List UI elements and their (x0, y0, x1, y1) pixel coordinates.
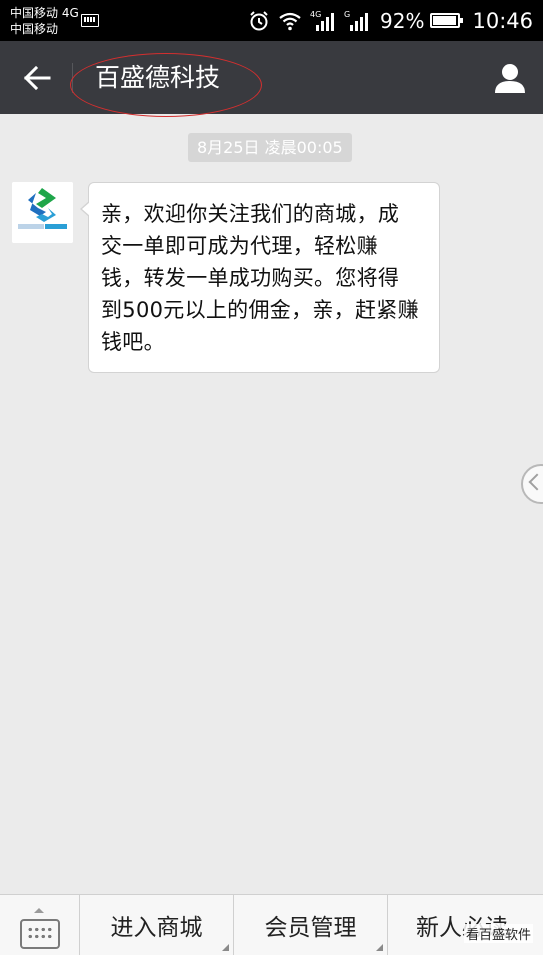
keyboard-icon (81, 14, 99, 27)
keyboard-toggle-button[interactable] (0, 895, 80, 955)
carrier-info: 中国移动 4G 中国移动 (10, 5, 79, 37)
battery-level (433, 16, 456, 25)
chat-header: 百盛德科技 (0, 41, 543, 117)
submenu-corner-icon (376, 944, 383, 951)
status-icons: 4G G 92% 10:46 (240, 0, 533, 41)
arrow-left-icon (23, 66, 51, 90)
carrier-line-2: 中国移动 (10, 22, 59, 36)
wechat-chat-screen: 中国移动 4G 中国移动 4G G 92% 10:46 百盛德科技 8月25日 … (0, 0, 543, 955)
page-title: 百盛德科技 (95, 63, 221, 92)
company-logo-icon (12, 182, 73, 243)
signal-4g-label: 4G (310, 10, 321, 19)
signal-g-label: G (344, 10, 350, 19)
signal-g-icon: G (344, 10, 370, 32)
person-icon (495, 64, 525, 93)
caret-up-icon (34, 908, 44, 913)
carrier-line-1: 中国移动 4G (10, 6, 79, 20)
status-time: 10:46 (472, 8, 533, 33)
header-divider (72, 63, 73, 93)
back-button[interactable] (14, 59, 60, 97)
menu-enter-mall[interactable]: 进入商城 (80, 895, 234, 955)
battery-percent: 92% (380, 8, 425, 33)
message-text: 亲，欢迎你关注我们的商城，成交一单即可成为代理，轻松赚钱，转发一单成功购买。您将… (101, 202, 419, 354)
message-timestamp: 8月25日 凌晨00:05 (188, 133, 352, 162)
bottom-menu: 进入商城 会员管理 新人必读 看百盛软件 (0, 894, 543, 955)
avatar[interactable] (12, 182, 73, 243)
message-bubble[interactable]: 亲，欢迎你关注我们的商城，成交一单即可成为代理，轻松赚钱，转发一单成功购买。您将… (80, 182, 440, 373)
watermark: 看百盛软件 (463, 924, 533, 943)
alarm-icon (248, 10, 270, 32)
menu-label: 会员管理 (264, 915, 357, 941)
battery-icon (430, 13, 464, 28)
menu-member-management[interactable]: 会员管理 (234, 895, 388, 955)
floating-assist-button[interactable] (521, 464, 543, 504)
wifi-icon (278, 11, 302, 31)
keyboard-icon (20, 919, 60, 949)
profile-button[interactable] (487, 58, 533, 98)
submenu-corner-icon (222, 944, 229, 951)
menu-label: 进入商城 (110, 915, 203, 941)
chat-messages[interactable]: 8月25日 凌晨00:05 亲，欢迎你关注我们的商城，成交一单即可成为代理，轻松… (0, 114, 543, 894)
signal-4g-icon: 4G (310, 10, 336, 32)
status-bar: 中国移动 4G 中国移动 4G G 92% 10:46 (0, 0, 543, 41)
